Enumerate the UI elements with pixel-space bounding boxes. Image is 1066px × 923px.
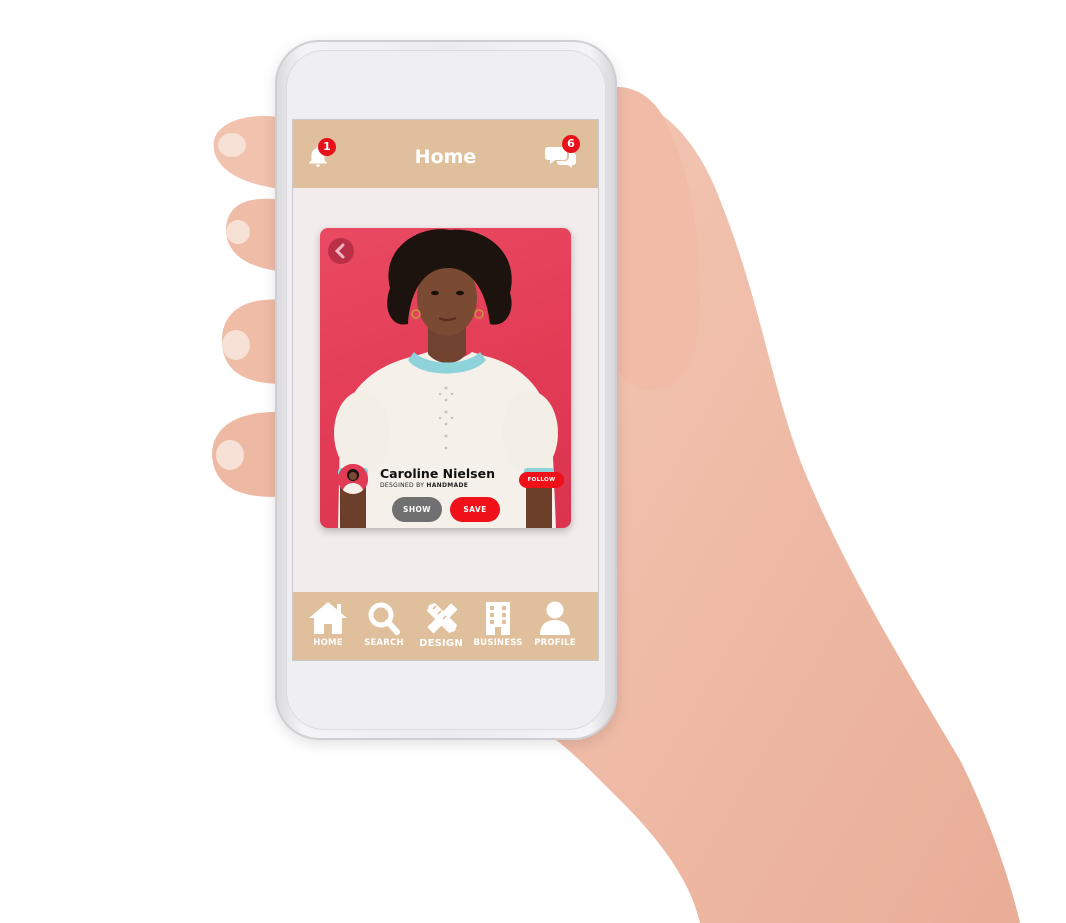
follow-button[interactable]: FOLLOW bbox=[519, 472, 564, 488]
nav-design-label: DESIGN bbox=[419, 638, 463, 649]
messages-badge: 6 bbox=[562, 135, 580, 153]
show-button[interactable]: SHOW bbox=[392, 497, 442, 522]
home-icon bbox=[309, 602, 347, 634]
top-header: 1 Home 6 bbox=[293, 120, 598, 188]
nav-business[interactable]: BUSINESS bbox=[470, 600, 526, 648]
building-icon bbox=[486, 602, 510, 635]
design-card[interactable]: Caroline Nielsen DESGINED BY HANDMADE FO… bbox=[320, 228, 571, 528]
designer-name: Caroline Nielsen bbox=[380, 466, 495, 481]
nav-profile-label: PROFILE bbox=[534, 638, 576, 648]
back-button[interactable] bbox=[328, 238, 354, 264]
user-icon bbox=[540, 601, 570, 635]
nav-home[interactable]: HOME bbox=[300, 600, 356, 648]
search-icon bbox=[368, 602, 400, 635]
designed-by-line: DESGINED BY HANDMADE bbox=[380, 482, 468, 489]
designed-by-prefix: DESGINED BY bbox=[380, 482, 425, 489]
nav-design[interactable]: DESIGN bbox=[413, 600, 469, 649]
save-button[interactable]: SAVE bbox=[450, 497, 500, 522]
designed-by-brand: HANDMADE bbox=[426, 482, 469, 489]
design-pencil-ruler-icon bbox=[427, 603, 458, 634]
nav-search[interactable]: SEARCH bbox=[356, 600, 412, 648]
nav-business-label: BUSINESS bbox=[473, 638, 523, 648]
bottom-nav: HOME SEARCH DESIGN BUSINESS PROFILE bbox=[293, 592, 598, 660]
designer-avatar-image bbox=[338, 464, 368, 494]
nav-home-label: HOME bbox=[313, 638, 343, 648]
messages-button[interactable]: 6 bbox=[545, 135, 580, 174]
chevron-left-icon bbox=[334, 243, 345, 259]
app-screen: 1 Home 6 Caroline Nielsen DESGINED BY HA… bbox=[293, 120, 598, 660]
nav-profile[interactable]: PROFILE bbox=[527, 600, 583, 648]
avatar[interactable] bbox=[338, 464, 368, 494]
nav-search-label: SEARCH bbox=[364, 638, 404, 648]
